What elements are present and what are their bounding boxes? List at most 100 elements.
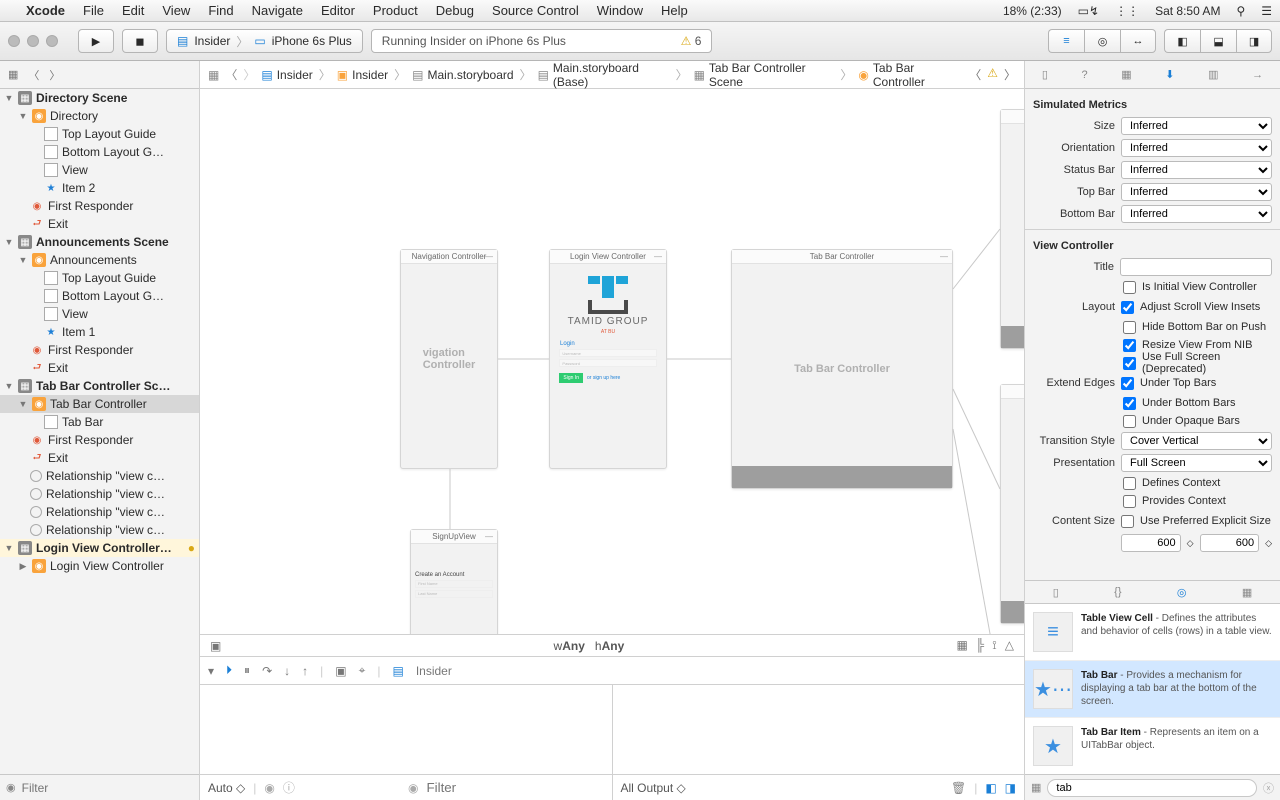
bottombar-select[interactable]: Inferred — [1121, 205, 1272, 223]
vc-login-controller[interactable]: Login View Controller — [50, 559, 164, 573]
statusbar-select[interactable]: Inferred — [1121, 161, 1272, 179]
connections-inspector-icon[interactable]: → — [1252, 69, 1263, 81]
storyboard-canvas[interactable]: Navigation Controller— vigation Controll… — [200, 89, 1024, 634]
library-filter-input[interactable] — [1047, 779, 1257, 797]
window-controls[interactable] — [8, 35, 58, 47]
first-responder[interactable]: First Responder — [48, 199, 133, 213]
object-library-icon[interactable]: ◎ — [1177, 586, 1187, 599]
tb-exit[interactable]: Exit — [48, 451, 68, 465]
width-class[interactable]: Any — [562, 639, 585, 653]
login-username-field[interactable]: Username — [559, 349, 656, 357]
login-password-field[interactable]: Password — [559, 359, 656, 367]
toggle-navigator-button[interactable]: ◧ — [1164, 29, 1200, 53]
login-signin-button[interactable]: Sign In — [559, 373, 583, 383]
continue-icon[interactable]: ⏵ — [226, 663, 232, 678]
defines-context-checkbox[interactable] — [1123, 477, 1136, 490]
canvas-tabbar-scene[interactable]: Tab Bar Controller— Tab Bar Controller — [731, 249, 953, 489]
menu-debug[interactable]: Debug — [436, 3, 474, 18]
canvas-team-scene[interactable]: Team Dashboards— — [1000, 384, 1024, 624]
relationship-2[interactable]: Relationship "view c… — [46, 487, 165, 501]
tab-item-2[interactable]: Item 2 — [62, 181, 95, 195]
view-item[interactable]: View — [62, 163, 88, 177]
view-debug-icon[interactable]: ▣ — [335, 664, 346, 678]
content-height-input[interactable] — [1200, 534, 1260, 552]
login-signup-link[interactable]: or sign up here — [587, 375, 620, 381]
related-items-icon[interactable]: ▦ — [208, 68, 219, 82]
console-pane-right-icon[interactable]: ◨ — [1005, 781, 1016, 795]
library-item-tableviewcell[interactable]: ≡ Table View Cell - Defines the attribut… — [1025, 604, 1280, 661]
top-layout-guide[interactable]: Top Layout Guide — [62, 127, 156, 141]
console-pane-left-icon[interactable]: ◧ — [985, 781, 996, 795]
ann-top-layout[interactable]: Top Layout Guide — [62, 271, 156, 285]
close-window-icon[interactable] — [8, 35, 20, 47]
library-tabs[interactable]: ▯ {} ◎ ▦ — [1025, 580, 1280, 604]
inspector-tabs[interactable]: ▯ ? ▦ ⬇ ▥ → — [1025, 61, 1280, 89]
constraints-icon-1[interactable]: ▦ — [956, 638, 967, 653]
scene-directory[interactable]: Directory Scene — [36, 91, 127, 105]
library-view-mode-icon[interactable]: ▦ — [1031, 781, 1041, 794]
content-width-input[interactable] — [1121, 534, 1181, 552]
navigator-filter-input[interactable] — [22, 781, 193, 795]
debug-target[interactable]: Insider — [416, 664, 452, 678]
zoom-window-icon[interactable] — [46, 35, 58, 47]
menu-help[interactable]: Help — [661, 3, 688, 18]
canvas-login-scene[interactable]: Login View Controller— TAMID GROUP AT BU… — [549, 249, 667, 469]
quick-help-icon[interactable]: ? — [1082, 69, 1088, 81]
tab-item-1[interactable]: Item 1 — [62, 325, 95, 339]
orientation-select[interactable]: Inferred — [1121, 139, 1272, 157]
canvas-navcontroller-scene[interactable]: Navigation Controller— vigation Controll… — [400, 249, 498, 469]
library-item-tabbar[interactable]: ★⋯ Tab Bar - Provides a mechanism for di… — [1025, 661, 1280, 718]
size-class-bar[interactable]: ▣ wAny hAny ▦ ╠ ⟟ △ — [200, 634, 1024, 656]
wifi-icon[interactable]: ⋮⋮ — [1115, 4, 1139, 18]
canvas-directory-scene[interactable]: Directory— — [1000, 109, 1024, 349]
clock[interactable]: Sat 8:50 AM — [1155, 4, 1220, 18]
menu-navigate[interactable]: Navigate — [252, 3, 303, 18]
resize-nib-checkbox[interactable] — [1123, 339, 1136, 352]
menu-edit[interactable]: Edit — [122, 3, 144, 18]
presentation-select[interactable]: Full Screen — [1121, 454, 1272, 472]
under-opaque-checkbox[interactable] — [1123, 415, 1136, 428]
library-item-tabbaritem[interactable]: ★ Tab Bar Item - Represents an item on a… — [1025, 718, 1280, 774]
size-inspector-icon[interactable]: ▥ — [1208, 68, 1218, 81]
menu-app[interactable]: Xcode — [26, 3, 65, 18]
file-inspector-icon[interactable]: ▯ — [1042, 68, 1048, 81]
spotlight-icon[interactable]: ⚲ — [1236, 4, 1245, 18]
scheme-selector[interactable]: ▤ Insider 〉 ▭ iPhone 6s Plus — [166, 29, 363, 53]
variables-filter-input[interactable] — [427, 780, 604, 795]
transition-select[interactable]: Cover Vertical — [1121, 432, 1272, 450]
control-center-icon[interactable]: ☰ — [1261, 4, 1272, 18]
relationship-4[interactable]: Relationship "view c… — [46, 523, 165, 537]
under-bottom-checkbox[interactable] — [1123, 397, 1136, 410]
under-top-checkbox[interactable] — [1121, 377, 1134, 390]
scene-announcements[interactable]: Announcements Scene — [36, 235, 169, 249]
warning-icon[interactable]: ⚠ — [987, 66, 998, 83]
standard-editor-button[interactable]: ≡ — [1048, 29, 1084, 53]
nav-back-icon[interactable]: 〈 — [28, 67, 39, 83]
ann-view[interactable]: View — [62, 307, 88, 321]
filter-icon[interactable]: ◉ — [6, 781, 16, 794]
outline-toggle-icon[interactable]: ▣ — [210, 639, 221, 653]
scene-tabbar[interactable]: Tab Bar Controller Sc… — [36, 379, 170, 393]
object-library-list[interactable]: ≡ Table View Cell - Defines the attribut… — [1025, 604, 1280, 774]
next-issue-icon[interactable]: 〉 — [1004, 66, 1016, 83]
exit-item[interactable]: Exit — [48, 217, 68, 231]
ann-exit[interactable]: Exit — [48, 361, 68, 375]
activity-viewer[interactable]: Running Insider on iPhone 6s Plus ⚠ 6 — [371, 29, 713, 53]
pause-icon[interactable]: ⏸ — [244, 663, 250, 678]
media-library-icon[interactable]: ▦ — [1242, 586, 1252, 599]
size-select[interactable]: Inferred — [1121, 117, 1272, 135]
use-fullscreen-checkbox[interactable] — [1123, 357, 1136, 370]
crumb-folder[interactable]: Insider — [352, 68, 388, 82]
crumb-storyboard[interactable]: Main.storyboard — [428, 68, 514, 82]
crumb-scene[interactable]: Tab Bar Controller Scene — [709, 61, 834, 89]
print-icon[interactable]: ⓘ — [283, 779, 295, 796]
project-navigator-icon[interactable]: ▦ — [8, 68, 18, 81]
quicklook-icon[interactable]: ◉ — [264, 781, 274, 795]
run-button[interactable]: ▶ — [78, 29, 114, 53]
crumb-base[interactable]: Main.storyboard (Base) — [553, 61, 670, 89]
prev-issue-icon[interactable]: 〈 — [969, 66, 981, 83]
menu-find[interactable]: Find — [208, 3, 233, 18]
console-output-select[interactable]: All Output ◇ — [621, 781, 686, 795]
file-template-icon[interactable]: ▯ — [1053, 586, 1059, 599]
identity-inspector-icon[interactable]: ▦ — [1121, 68, 1131, 81]
